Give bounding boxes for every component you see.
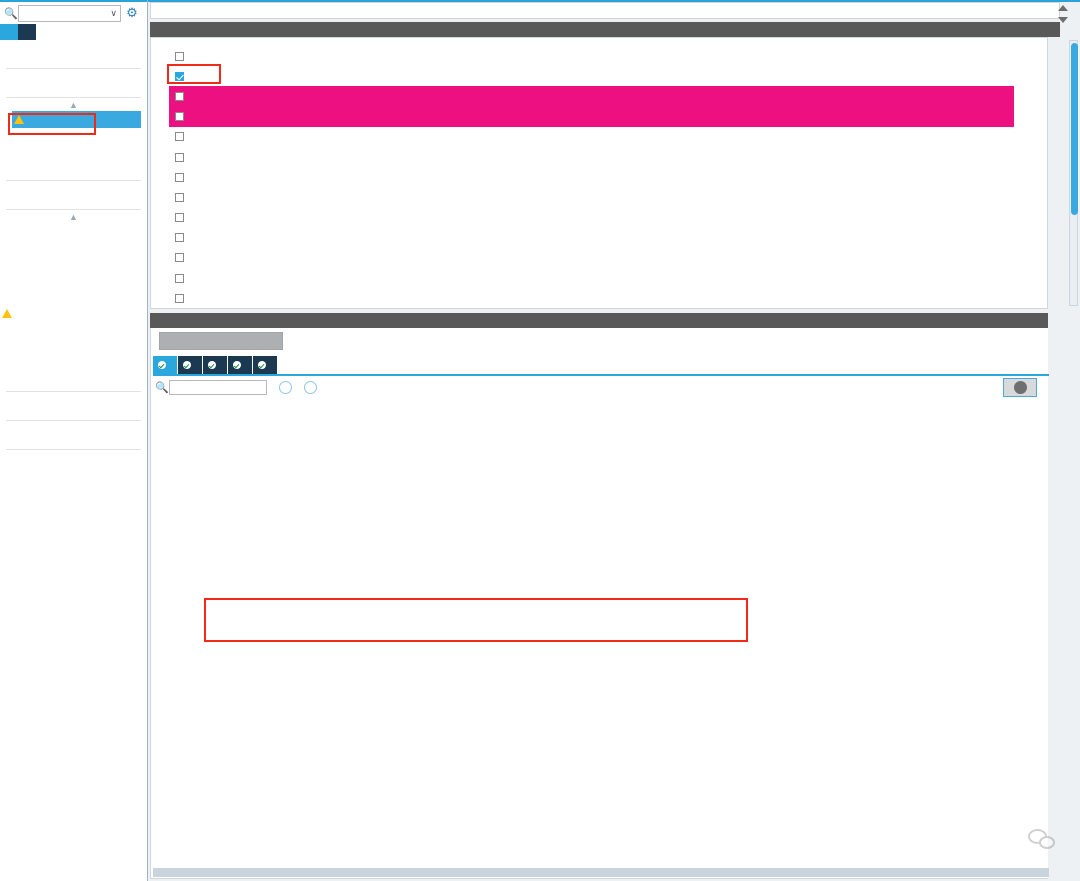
sidebar-group-connectivity[interactable] <box>6 181 141 210</box>
sidebar-item-adc1[interactable] <box>12 111 141 128</box>
channel-checkbox[interactable] <box>175 192 184 202</box>
main-pane: 🔍 <box>148 0 1080 881</box>
sidebar-group-multimedia[interactable] <box>6 363 141 392</box>
tab-nvic-settings[interactable] <box>203 356 227 374</box>
channel-checkbox[interactable] <box>175 71 184 81</box>
channel-checkbox[interactable] <box>175 233 184 243</box>
channel-row[interactable] <box>151 66 1047 86</box>
channel-row[interactable] <box>151 147 1047 167</box>
channel-checkbox[interactable] <box>175 51 184 61</box>
sidebar-group-analog[interactable] <box>6 69 141 98</box>
channel-row[interactable] <box>169 106 1014 127</box>
tab-gpio-settings[interactable] <box>253 356 277 374</box>
tabs-underline <box>153 374 1049 376</box>
channel-row[interactable] <box>169 86 1014 107</box>
configuration-tabs <box>153 356 278 374</box>
configuration-section-header <box>150 313 1048 328</box>
channel-row[interactable] <box>151 208 1047 228</box>
sidebar-group-system-core[interactable] <box>6 40 141 69</box>
scroll-up-indicator[interactable]: ▲ <box>0 210 147 223</box>
check-circle-icon <box>208 361 216 369</box>
tab-parameter-settings[interactable] <box>153 356 177 374</box>
tab-categories[interactable] <box>0 24 18 40</box>
tab-a-to-z[interactable] <box>18 24 36 40</box>
channel-row[interactable] <box>151 46 1047 66</box>
mode-section-header <box>150 22 1060 37</box>
search-prev-button[interactable] <box>279 381 292 394</box>
search-icon: 🔍 <box>4 7 18 20</box>
warning-icon <box>14 115 24 124</box>
channel-checkbox[interactable] <box>175 213 184 223</box>
channel-row[interactable] <box>151 187 1047 207</box>
info-button[interactable] <box>1003 378 1037 397</box>
channel-checkbox[interactable] <box>175 112 184 122</box>
horizontal-scrollbar[interactable] <box>153 868 1049 877</box>
check-circle-icon <box>258 361 266 369</box>
component-sidebar: 🔍 ∨ ⚙ ▲ ▲ <box>0 0 148 881</box>
check-circle-icon <box>183 361 191 369</box>
configuration-area: 🔍 <box>150 328 1049 879</box>
tab-user-constants[interactable] <box>178 356 202 374</box>
stm32cubemx-window: 🔍 ∨ ⚙ ▲ ▲ 🔍 <box>0 0 1080 881</box>
search-input[interactable] <box>169 380 267 395</box>
check-circle-icon <box>233 361 241 369</box>
channel-checkbox[interactable] <box>175 172 184 182</box>
sidebar-item-spi1[interactable] <box>0 265 147 279</box>
gear-icon[interactable]: ⚙ <box>121 5 143 21</box>
scroll-up-arrow-icon[interactable] <box>1058 5 1068 11</box>
sidebar-group-timers[interactable] <box>6 152 141 181</box>
sidebar-group-computing[interactable] <box>6 392 141 421</box>
sidebar-list: ▲ ▲ <box>0 40 147 450</box>
channel-row[interactable] <box>151 268 1047 288</box>
channel-row[interactable] <box>151 228 1047 248</box>
check-circle-icon <box>158 361 166 369</box>
scroll-up-indicator[interactable]: ▲ <box>0 98 147 111</box>
channel-checkbox[interactable] <box>175 132 184 142</box>
channel-row[interactable] <box>151 167 1047 187</box>
info-icon <box>1013 381 1027 394</box>
sidebar-item-spi2[interactable] <box>0 279 147 293</box>
sidebar-search-row: 🔍 ∨ ⚙ <box>0 0 147 22</box>
mode-panel-scrollbar[interactable] <box>1069 40 1078 306</box>
sidebar-item-i2c2[interactable] <box>0 237 147 251</box>
sidebar-item-irtim[interactable] <box>0 251 147 265</box>
mode-channel-panel <box>150 37 1048 309</box>
warning-icon <box>2 309 12 318</box>
channel-checkbox[interactable] <box>175 152 184 162</box>
sidebar-item-usart1[interactable] <box>0 293 147 307</box>
channel-checkbox[interactable] <box>175 253 184 263</box>
sidebar-tabs <box>0 24 147 40</box>
search-next-button[interactable] <box>304 381 317 394</box>
channel-checkbox[interactable] <box>175 273 184 283</box>
parameter-search-row: 🔍 <box>155 380 317 395</box>
tab-dma-settings[interactable] <box>228 356 252 374</box>
sidebar-search-combo[interactable]: ∨ <box>18 4 121 22</box>
reset-configuration-button[interactable] <box>159 332 283 350</box>
channel-checkbox[interactable] <box>175 91 184 101</box>
search-icon: 🔍 <box>155 382 169 394</box>
channel-checkbox[interactable] <box>175 293 184 303</box>
chevron-down-icon: ∨ <box>110 7 117 18</box>
sidebar-item-usart2[interactable] <box>0 307 147 321</box>
channel-row[interactable] <box>151 127 1047 147</box>
sidebar-item-i2c1[interactable] <box>0 223 147 237</box>
channel-row[interactable] <box>151 248 1047 268</box>
channel-row[interactable] <box>151 288 1047 308</box>
sidebar-group-middleware[interactable] <box>6 421 141 450</box>
page-title <box>150 2 1060 19</box>
scrollbar-thumb[interactable] <box>1071 43 1078 215</box>
